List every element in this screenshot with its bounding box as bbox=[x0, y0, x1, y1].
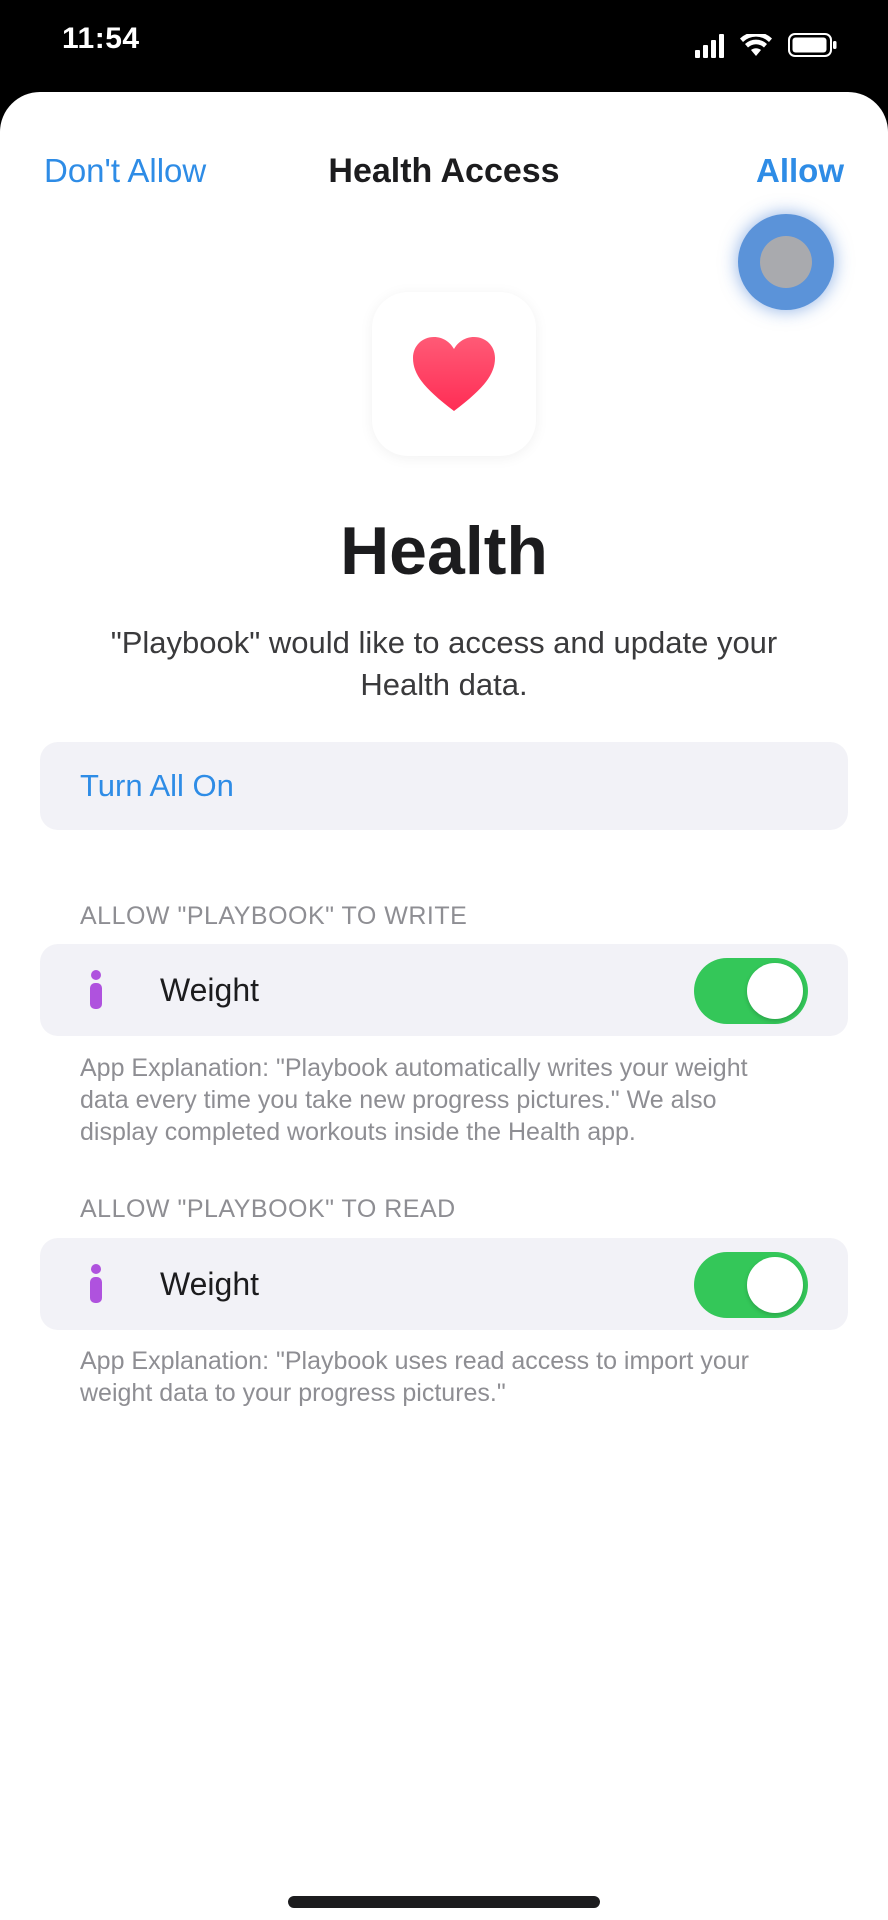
read-explanation: App Explanation: "Playbook uses read acc… bbox=[80, 1347, 749, 1407]
cellular-signal-icon bbox=[695, 32, 724, 58]
app-title: Health bbox=[340, 513, 548, 589]
nav-bar: Don't Allow Health Access Allow bbox=[0, 152, 888, 212]
allow-button[interactable]: Allow bbox=[756, 152, 844, 190]
write-weight-row[interactable]: Weight bbox=[40, 944, 848, 1036]
write-weight-toggle[interactable] bbox=[694, 958, 808, 1024]
battery-icon bbox=[788, 32, 838, 58]
body-measurement-icon bbox=[90, 970, 102, 1009]
write-section-header: ALLOW "PLAYBOOK" TO WRITE bbox=[80, 902, 468, 930]
health-access-sheet: Don't Allow Health Access Allow Health "… bbox=[0, 92, 888, 1920]
toggle-knob bbox=[747, 963, 803, 1019]
home-indicator[interactable] bbox=[288, 1896, 600, 1908]
read-weight-toggle[interactable] bbox=[694, 1252, 808, 1318]
read-weight-row[interactable]: Weight bbox=[40, 1238, 848, 1330]
write-weight-label: Weight bbox=[160, 972, 260, 1008]
body-measurement-icon bbox=[90, 1264, 102, 1303]
heart-icon bbox=[413, 337, 495, 411]
status-icons bbox=[695, 32, 838, 58]
read-weight-label: Weight bbox=[160, 1266, 260, 1302]
nav-title: Health Access bbox=[328, 152, 560, 190]
write-explanation: App Explanation: "Playbook automatically… bbox=[80, 1054, 748, 1146]
read-section-header: ALLOW "PLAYBOOK" TO READ bbox=[80, 1195, 456, 1223]
wifi-icon bbox=[740, 34, 772, 58]
touch-indicator bbox=[738, 214, 834, 310]
status-time: 11:54 bbox=[62, 22, 140, 55]
status-bar: 11:54 bbox=[0, 0, 888, 90]
toggle-knob bbox=[747, 1257, 803, 1313]
health-app-icon bbox=[372, 292, 536, 456]
app-subtitle: "Playbook" would like to access and upda… bbox=[110, 625, 778, 702]
turn-all-on-button[interactable]: Turn All On bbox=[80, 768, 234, 804]
turn-all-on-row[interactable]: Turn All On bbox=[40, 742, 848, 830]
